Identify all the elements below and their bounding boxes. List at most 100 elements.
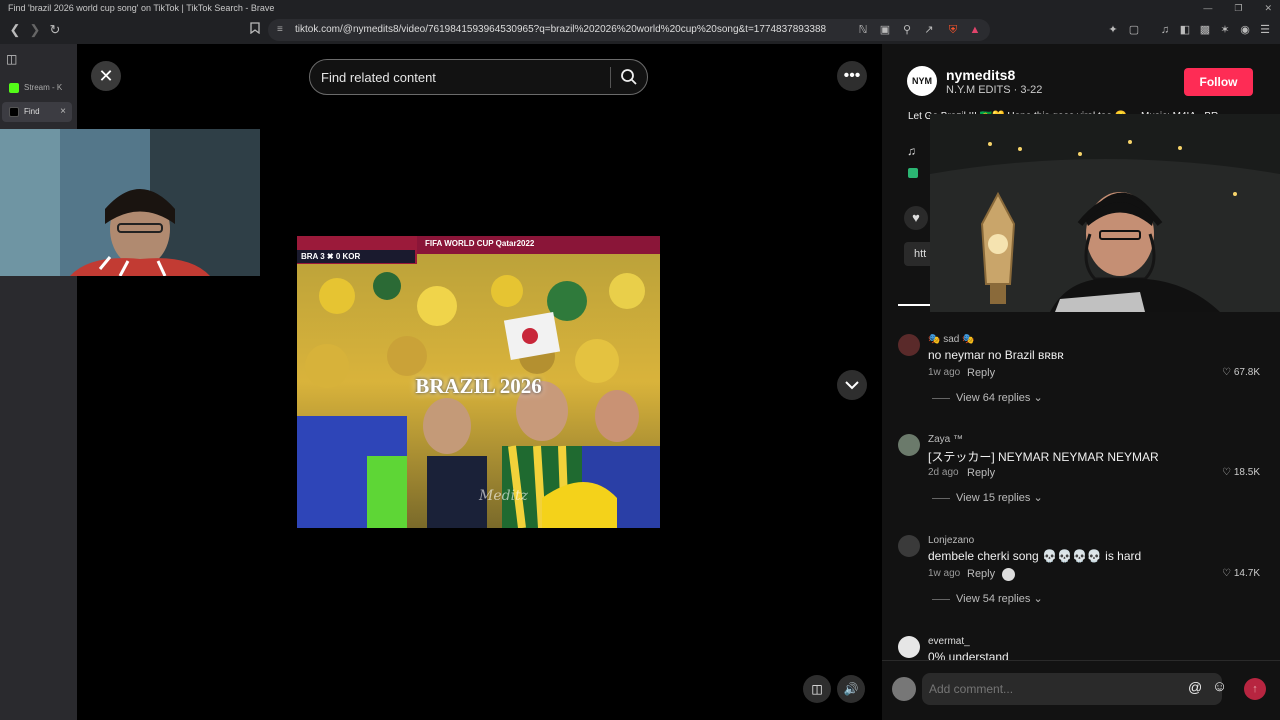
comment-item: Zaya ™ [ステッカー] NEYMAR NEYMAR NEYMAR 2d a… [898, 434, 1260, 514]
comment-item: evermat_ 0% understand [898, 636, 1260, 660]
replies-divider [932, 598, 950, 600]
view-replies-label: View 54 replies [956, 593, 1031, 605]
menu-icon[interactable]: ☰ [1257, 21, 1273, 39]
screenshot-icon[interactable]: ▢ [1126, 21, 1142, 39]
find-related-search[interactable]: Find related content [309, 59, 648, 95]
comment-like-button[interactable]: ♡ 18.5K [1222, 467, 1260, 478]
author-subline: N.Y.M EDITS · 3-22 [946, 84, 1043, 96]
tab-underline [898, 304, 932, 306]
close-window-button[interactable]: ✕ [1264, 0, 1272, 16]
comment-time: 2d ago [928, 467, 959, 478]
author-avatar[interactable]: NYM [907, 66, 937, 96]
comment-text: dembele cherki song 💀💀💀💀 is hard [928, 549, 1142, 563]
view-replies-label: View 64 replies [956, 392, 1031, 404]
commenter-name[interactable]: 🎭 sad 🎭 [928, 334, 975, 345]
restore-button[interactable]: ❐ [1234, 0, 1242, 16]
wallet-icon[interactable]: ▩ [1197, 21, 1213, 39]
author-username[interactable]: nymedits8 [946, 67, 1015, 83]
cast-icon[interactable]: ▣ [877, 21, 893, 39]
more-options-button[interactable]: ••• [837, 61, 867, 91]
kick-favicon-icon [9, 83, 19, 93]
replies-divider [932, 397, 950, 399]
heart-icon: ♡ [1222, 568, 1232, 579]
emoji-icon[interactable]: ☺ [1212, 678, 1227, 695]
comment-input[interactable] [922, 673, 1222, 705]
bookmark-icon[interactable] [246, 21, 264, 39]
tab-label: Find [24, 107, 40, 116]
search-icon[interactable] [620, 68, 638, 91]
comment-input-bar: @ ☺ ↑ [882, 660, 1280, 720]
brave-shields-icon[interactable]: ⛨ [945, 21, 961, 39]
mention-button[interactable]: @ [1188, 679, 1202, 695]
commenter-name[interactable]: evermat_ [928, 636, 970, 647]
webcam-overlay-streamer [0, 129, 260, 276]
music-icon[interactable]: ♫ [1157, 21, 1173, 39]
heart-icon: ♡ [1222, 367, 1232, 378]
brave-rewards-icon[interactable]: ▲ [967, 21, 983, 39]
minimize-button[interactable]: — [1203, 0, 1212, 16]
commenter-name[interactable]: Zaya ™ [928, 434, 963, 445]
url-text[interactable]: tiktok.com/@nymedits8/video/761984159396… [295, 19, 826, 41]
comment-like-button[interactable]: ♡ 14.7K [1222, 568, 1260, 579]
close-video-button[interactable]: ✕ [91, 61, 121, 91]
like-count: 14.7K [1233, 568, 1260, 579]
comment-time: 1w ago [928, 568, 961, 579]
commenter-avatar[interactable] [898, 535, 920, 557]
reply-button[interactable]: Reply [967, 467, 995, 479]
tab-close-icon[interactable]: × [60, 102, 66, 122]
commenter-avatar[interactable] [898, 434, 920, 456]
vpn-icon[interactable]: ◉ [1237, 21, 1253, 39]
follow-button[interactable]: Follow [1184, 68, 1253, 96]
like-button[interactable]: ♥ [904, 206, 928, 230]
my-avatar[interactable] [892, 677, 916, 701]
search-input[interactable]: Find related content [321, 60, 436, 96]
chevron-down-icon [845, 381, 859, 390]
video-player[interactable]: BRA 3 ✖ 0 KOR FIFA WORLD CUP Qatar2022 B… [297, 236, 660, 528]
comment-text: 0% understand [928, 650, 1009, 660]
window-title-bar: Find 'brazil 2026 world cup song' on Tik… [0, 0, 1280, 16]
commenter-avatar[interactable] [898, 334, 920, 356]
comment-time: 1w ago [928, 367, 961, 378]
scoreboard: BRA 3 ✖ 0 KOR [297, 250, 415, 263]
view-replies-button[interactable]: View 64 replies ⌄ [932, 391, 1043, 404]
search-divider [610, 67, 611, 88]
share-icon[interactable]: ↗ [921, 21, 937, 39]
reply-button[interactable]: Reply [967, 568, 995, 580]
window-title: Find 'brazil 2026 world cup song' on Tik… [8, 3, 275, 13]
picture-in-picture-button[interactable]: ◫ [803, 675, 831, 703]
commenter-avatar[interactable] [898, 636, 920, 658]
world-cup-banner: FIFA WORLD CUP Qatar2022 [425, 239, 535, 248]
comment-item: Lonjezano dembele cherki song 💀💀💀💀 is ha… [898, 535, 1260, 615]
comment-item: 🎭 sad 🎭 no neymar no Brazil ʙʀʙʀ 1w ago … [898, 334, 1260, 414]
reload-icon[interactable]: ↻ [46, 21, 64, 39]
commenter-name[interactable]: Lonjezano [928, 535, 974, 546]
comment-like-button[interactable]: ♡ 67.8K [1222, 367, 1260, 378]
back-icon[interactable]: ❮ [6, 21, 24, 39]
sidebar-panel-icon[interactable]: ◫ [6, 52, 17, 66]
site-settings-icon[interactable]: ≡ [277, 19, 283, 41]
like-count: 18.5K [1233, 467, 1260, 478]
replies-divider [932, 497, 950, 499]
leo-ai-icon[interactable]: ✶ [1217, 21, 1233, 39]
browser-toolbar: ❮ ❯ ↻ ≡ tiktok.com/@nymedits8/video/7619… [0, 16, 1280, 44]
zoom-icon[interactable]: ⚲ [899, 21, 915, 39]
view-replies-button[interactable]: View 54 replies ⌄ [932, 592, 1043, 605]
post-comment-button[interactable]: ↑ [1244, 678, 1266, 700]
next-video-button[interactable] [837, 370, 867, 400]
reader-icon[interactable]: ℕ [855, 21, 871, 39]
tab-find[interactable]: Find × [2, 102, 72, 122]
sidebar-toggle-icon[interactable]: ◧ [1177, 21, 1193, 39]
tab-stream[interactable]: Stream - K [2, 78, 72, 98]
view-replies-button[interactable]: View 15 replies ⌄ [932, 491, 1043, 504]
reply-avatar-icon [1002, 568, 1015, 581]
volume-button[interactable]: 🔊 [837, 675, 865, 703]
music-note-icon: ♫ [907, 144, 916, 158]
tab-label: Stream - K [24, 83, 63, 92]
reply-button[interactable]: Reply [967, 367, 995, 379]
chevron-down-icon: ⌄ [1033, 593, 1043, 605]
chevron-down-icon: ⌄ [1033, 392, 1043, 404]
extensions-icon[interactable]: ✦ [1105, 21, 1121, 39]
like-count: 67.8K [1233, 367, 1260, 378]
forward-icon[interactable]: ❯ [26, 21, 44, 39]
view-replies-label: View 15 replies [956, 492, 1031, 504]
